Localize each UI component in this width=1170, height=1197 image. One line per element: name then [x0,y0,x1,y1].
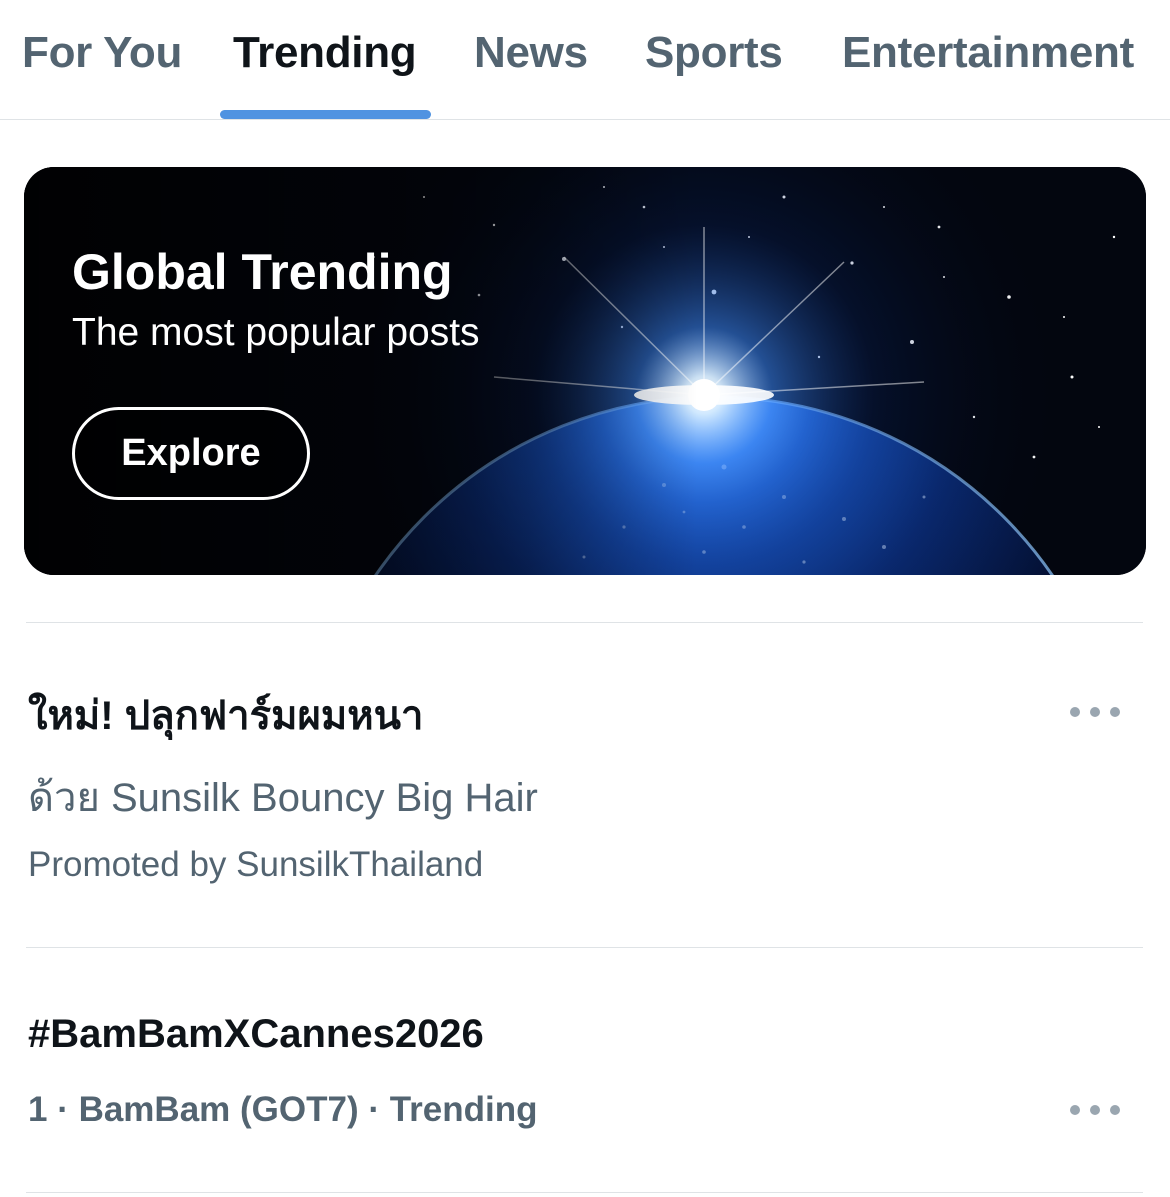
tab-entertainment[interactable]: Entertainment [842,28,1134,119]
tab-news[interactable]: News [474,28,588,119]
divider [26,1192,1143,1193]
dot [1070,707,1080,717]
dot [1110,1105,1120,1115]
trend-item-promoted[interactable]: ใหม่! ปลุกฟาร์มผมหนา ด้วย Sunsilk Bouncy… [0,623,1170,947]
banner-subtitle: The most popular posts [72,311,480,354]
earth-space-image [24,167,1146,575]
trend-meta: 1 · BamBam (GOT7) · Trending [28,1090,538,1129]
tab-for-you[interactable]: For You [22,28,182,119]
active-tab-indicator [220,110,431,119]
trend-title: #BamBamXCannes2026 [28,1012,484,1056]
tab-bar: For You Trending News Sports Entertainme… [0,0,1170,120]
promoted-label: Promoted by SunsilkThailand [28,845,484,884]
global-trending-banner[interactable]: Global Trending The most popular posts E… [24,167,1146,575]
dot [1110,707,1120,717]
banner-title: Global Trending [72,244,453,300]
dot [1090,1105,1100,1115]
trend-item[interactable]: #BamBamXCannes2026 1 · BamBam (GOT7) · T… [0,948,1170,1192]
tab-trending[interactable]: Trending [233,28,417,119]
tab-sports[interactable]: Sports [645,28,783,119]
more-horizontal-icon[interactable] [1070,697,1120,727]
more-horizontal-icon[interactable] [1070,1095,1120,1125]
trend-title: ใหม่! ปลุกฟาร์มผมหนา [28,694,424,738]
trend-subtitle: ด้วย Sunsilk Bouncy Big Hair [28,776,538,820]
explore-button[interactable]: Explore [72,407,310,500]
dot [1090,707,1100,717]
dot [1070,1105,1080,1115]
